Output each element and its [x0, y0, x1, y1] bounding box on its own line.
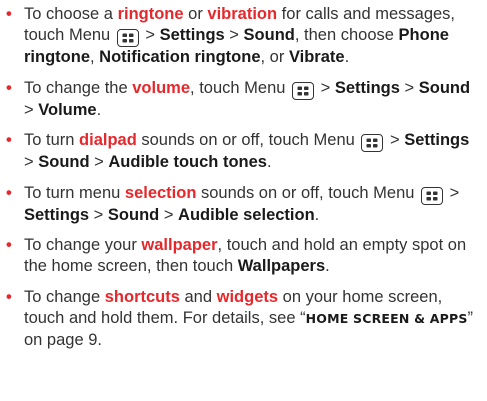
- menu-path-label: Sound: [243, 26, 295, 45]
- menu-path-label: Sound: [107, 205, 160, 224]
- body-text: >: [316, 78, 335, 97]
- body-text: .: [344, 48, 350, 67]
- body-text: >: [89, 153, 109, 172]
- bullet-icon: •: [6, 236, 12, 255]
- body-text: , or: [260, 48, 289, 67]
- highlight-term: dialpad: [79, 131, 137, 150]
- menu-path-label: Notification ringtone: [99, 48, 261, 67]
- body-text: .: [96, 100, 102, 119]
- body-text: >: [140, 26, 160, 45]
- highlight-term: volume: [132, 78, 191, 97]
- menu-path-label: Volume: [38, 100, 97, 119]
- body-text: >: [159, 205, 179, 224]
- body-text: sounds on or off, touch Menu: [136, 131, 360, 150]
- menu-path-label: Settings: [334, 78, 400, 97]
- menu-path-label: Vibrate: [288, 48, 345, 67]
- bullet-icon: •: [6, 131, 12, 150]
- list-item: • To change shortcuts and widgets on your…: [6, 287, 481, 351]
- body-text: >: [445, 183, 460, 202]
- body-text: To choose a: [24, 5, 118, 23]
- body-text: To turn menu: [24, 183, 125, 202]
- menu-path-label: Audible selection: [178, 205, 315, 224]
- body-text: >: [24, 153, 39, 172]
- body-text: .: [314, 205, 320, 224]
- menu-path-label: Sound: [38, 153, 90, 172]
- body-text: and: [179, 287, 217, 306]
- body-text: To change your: [24, 236, 142, 255]
- menu-path-label: Wallpapers: [237, 257, 326, 276]
- list-item: • To turn menu selection sounds on or off…: [6, 183, 481, 226]
- highlight-term: selection: [124, 183, 197, 202]
- menu-path-label: Audible touch tones: [108, 153, 267, 172]
- instruction-list: • To choose a ringtone or vibration for c…: [0, 0, 487, 351]
- bullet-icon: •: [6, 5, 12, 23]
- body-text: To change the: [24, 78, 133, 97]
- body-text: sounds on or off, touch Menu: [196, 183, 420, 202]
- body-text: or: [183, 5, 208, 23]
- menu-path-label: Settings: [24, 205, 90, 224]
- list-item: • To turn dialpad sounds on or off, touch…: [6, 130, 481, 173]
- menu-path-label: Settings: [159, 26, 225, 45]
- list-item: • To choose a ringtone or vibration for c…: [6, 4, 481, 69]
- menu-key-icon: [292, 81, 315, 100]
- body-text: ,: [90, 48, 100, 67]
- highlight-term: vibration: [207, 5, 278, 23]
- body-text: , touch Menu: [190, 78, 291, 97]
- body-text: To change: [24, 287, 105, 306]
- highlight-term: widgets: [216, 287, 279, 306]
- body-text: >: [224, 26, 244, 45]
- body-text: >: [89, 205, 108, 224]
- menu-key-icon: [421, 186, 444, 205]
- body-text: To turn: [24, 131, 80, 150]
- menu-key-icon: [361, 134, 384, 153]
- body-text: .: [325, 257, 330, 276]
- list-item: • To change the volume, touch Menu > Sett…: [6, 78, 481, 121]
- bullet-icon: •: [6, 78, 12, 97]
- body-text: >: [385, 131, 405, 150]
- bullet-icon: •: [6, 287, 12, 306]
- section-reference: Home screen & apps: [305, 311, 468, 327]
- bullet-icon: •: [6, 183, 12, 202]
- highlight-term: wallpaper: [141, 236, 218, 255]
- highlight-term: ringtone: [117, 5, 184, 23]
- menu-key-icon: [116, 29, 139, 48]
- highlight-term: shortcuts: [104, 287, 180, 306]
- body-text: >: [399, 78, 419, 97]
- body-text: >: [24, 100, 39, 119]
- menu-path-label: Sound: [418, 78, 471, 97]
- body-text: , then choose: [294, 26, 399, 45]
- menu-path-label: Settings: [404, 131, 470, 150]
- body-text: .: [266, 153, 272, 172]
- list-item: • To change your wallpaper, touch and hol…: [6, 235, 481, 278]
